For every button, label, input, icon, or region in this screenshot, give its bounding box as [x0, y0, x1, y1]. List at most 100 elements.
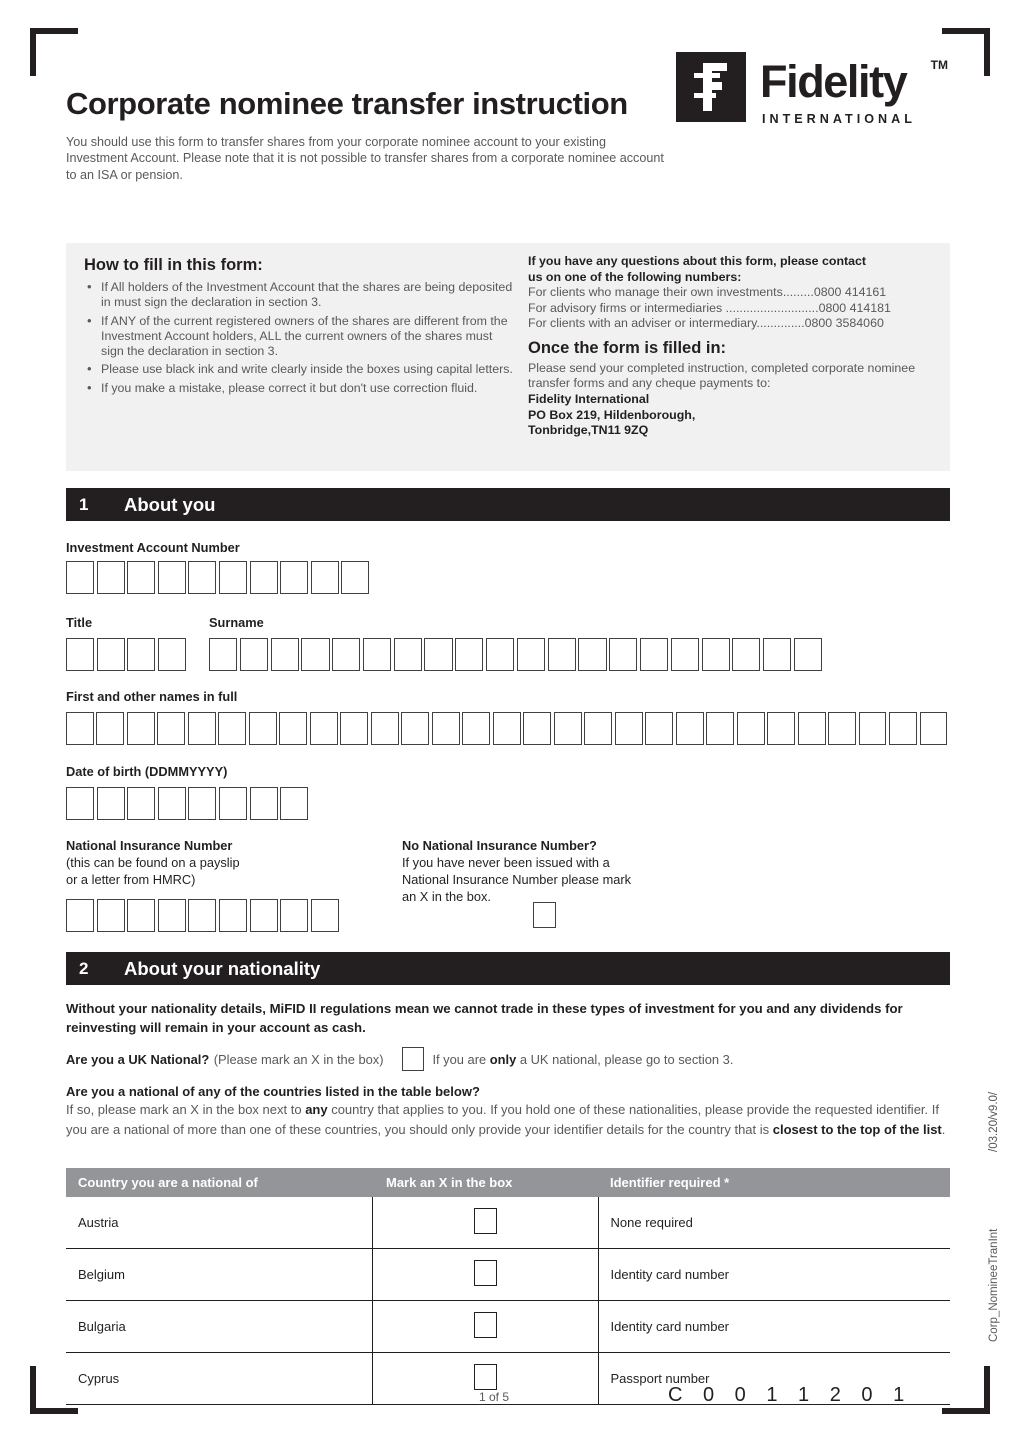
character-box[interactable] — [188, 787, 217, 820]
character-box[interactable] — [584, 712, 613, 745]
uk-national-note-pre: If you are — [432, 1052, 490, 1067]
character-box[interactable] — [614, 712, 643, 745]
character-box[interactable] — [645, 712, 674, 745]
character-box[interactable] — [218, 561, 247, 594]
surname-input[interactable] — [209, 638, 825, 671]
character-box[interactable] — [96, 561, 125, 594]
ni-number-input[interactable] — [66, 899, 341, 932]
character-box[interactable] — [424, 638, 453, 671]
title-input[interactable] — [66, 638, 188, 671]
character-box[interactable] — [701, 638, 730, 671]
character-box[interactable] — [279, 712, 308, 745]
country-checkbox[interactable] — [473, 1312, 497, 1338]
character-box[interactable] — [96, 712, 125, 745]
character-box[interactable] — [341, 561, 370, 594]
character-box[interactable] — [280, 787, 309, 820]
character-box[interactable] — [401, 712, 430, 745]
character-box[interactable] — [736, 712, 765, 745]
character-box[interactable] — [96, 638, 125, 671]
character-box[interactable] — [218, 899, 247, 932]
character-box[interactable] — [218, 787, 247, 820]
character-box[interactable] — [66, 561, 94, 594]
character-box[interactable] — [127, 899, 156, 932]
dob-input[interactable] — [66, 787, 311, 820]
character-box[interactable] — [218, 712, 247, 745]
character-box[interactable] — [462, 712, 491, 745]
character-box[interactable] — [157, 787, 186, 820]
character-box[interactable] — [157, 561, 186, 594]
character-box[interactable] — [66, 638, 94, 671]
character-box[interactable] — [547, 638, 576, 671]
table-cell-mark[interactable] — [371, 1300, 598, 1353]
character-box[interactable] — [127, 787, 156, 820]
character-box[interactable] — [675, 712, 704, 745]
no-ni-number-checkbox[interactable] — [533, 902, 556, 928]
character-box[interactable] — [370, 712, 399, 745]
character-box[interactable] — [188, 899, 217, 932]
character-box[interactable] — [96, 787, 125, 820]
character-box[interactable] — [362, 638, 392, 671]
character-box[interactable] — [455, 638, 484, 671]
uk-national-checkbox[interactable] — [401, 1047, 424, 1071]
character-box[interactable] — [578, 638, 607, 671]
character-box[interactable] — [797, 712, 826, 745]
character-box[interactable] — [157, 899, 186, 932]
character-box[interactable] — [858, 712, 887, 745]
character-box[interactable] — [431, 712, 460, 745]
character-box[interactable] — [309, 712, 338, 745]
character-box[interactable] — [553, 712, 582, 745]
character-box[interactable] — [732, 638, 761, 671]
uk-national-note-bold: only — [489, 1052, 517, 1067]
account-number-input[interactable] — [66, 561, 372, 594]
character-box[interactable] — [270, 638, 299, 671]
character-box[interactable] — [310, 899, 339, 932]
character-box[interactable] — [310, 561, 339, 594]
character-box[interactable] — [249, 787, 278, 820]
character-box[interactable] — [492, 712, 521, 745]
character-box[interactable] — [332, 638, 361, 671]
character-box[interactable] — [239, 638, 268, 671]
character-box[interactable] — [763, 638, 792, 671]
character-box[interactable] — [280, 899, 309, 932]
character-box[interactable] — [280, 561, 309, 594]
character-box[interactable] — [793, 638, 823, 671]
character-box[interactable] — [639, 638, 669, 671]
character-box[interactable] — [767, 712, 796, 745]
character-box[interactable] — [523, 712, 552, 745]
character-box[interactable] — [188, 561, 217, 594]
character-box[interactable] — [516, 638, 545, 671]
country-checkbox[interactable] — [473, 1260, 497, 1286]
character-box[interactable] — [706, 712, 735, 745]
character-box[interactable] — [609, 638, 638, 671]
character-box[interactable] — [127, 561, 156, 594]
character-box[interactable] — [889, 712, 917, 745]
character-box[interactable] — [828, 712, 856, 745]
character-box[interactable] — [301, 638, 330, 671]
character-box[interactable] — [670, 638, 699, 671]
character-box[interactable] — [66, 899, 94, 932]
table-cell-country: Belgium — [66, 1248, 372, 1301]
character-box[interactable] — [340, 712, 369, 745]
character-box[interactable] — [248, 712, 277, 745]
character-box[interactable] — [66, 712, 94, 745]
table-cell-identifier: Identity card number — [597, 1248, 950, 1301]
character-box[interactable] — [126, 712, 155, 745]
character-box[interactable] — [157, 638, 186, 671]
character-box[interactable] — [919, 712, 948, 745]
country-checkbox[interactable] — [473, 1208, 497, 1234]
character-box[interactable] — [249, 561, 278, 594]
character-box[interactable] — [209, 638, 238, 671]
contact-number-row: For advisory firms or intermediaries ...… — [528, 301, 948, 317]
character-box[interactable] — [66, 787, 94, 820]
character-box[interactable] — [187, 712, 216, 745]
table-cell-mark[interactable] — [371, 1197, 598, 1249]
character-box[interactable] — [157, 712, 186, 745]
first-names-input[interactable] — [66, 712, 950, 745]
character-box[interactable] — [96, 899, 125, 932]
country-checkbox[interactable] — [473, 1364, 497, 1390]
character-box[interactable] — [127, 638, 156, 671]
character-box[interactable] — [249, 899, 278, 932]
character-box[interactable] — [393, 638, 422, 671]
table-cell-mark[interactable] — [371, 1248, 598, 1301]
character-box[interactable] — [486, 638, 515, 671]
